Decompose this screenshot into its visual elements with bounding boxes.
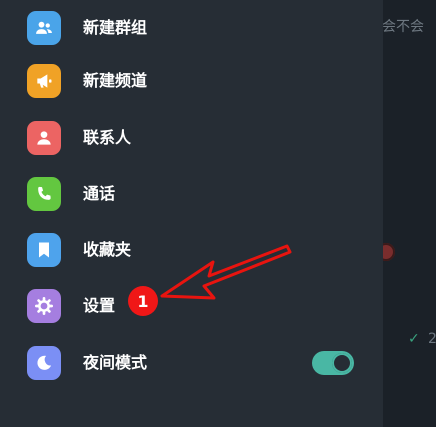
annotation-badge: 1 [128,286,158,316]
annotation-arrow-icon [160,244,292,300]
